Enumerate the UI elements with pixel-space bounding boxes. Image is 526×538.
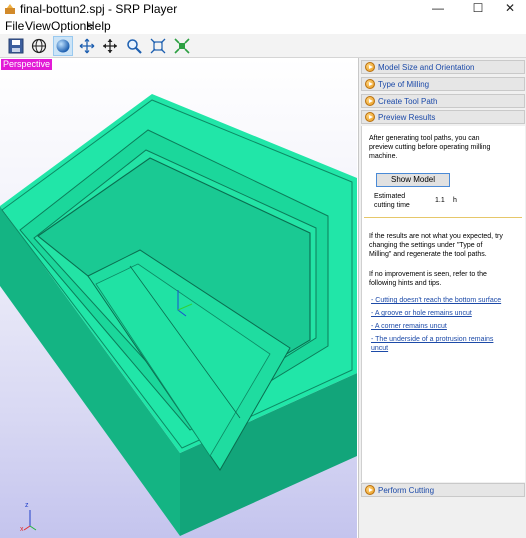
results-text-line-3: Milling" and regenerate the tool paths. [369,251,487,258]
arrow-bullet-icon [365,79,375,89]
window-title: final-bottun2.spj - SRP Player [20,2,178,16]
estimated-label-line-1: Estimated [374,193,406,200]
show-model-button[interactable]: Show Model [376,173,450,187]
model-viewport[interactable]: Perspective z x [0,58,357,538]
section-label: Perform Cutting [378,486,435,495]
globe-icon [31,38,47,54]
section-create-tool-path[interactable]: Create Tool Path [361,94,525,108]
section-model-size[interactable]: Model Size and Orientation [361,60,525,74]
center-view-button[interactable] [172,36,192,56]
view-label: Perspective [1,59,53,70]
axis-x-label: x [20,526,24,533]
zoom-button[interactable] [124,36,144,56]
section-label: Type of Milling [378,80,430,89]
preview-results-body: After generating tool paths, you can pre… [361,126,525,482]
sphere-icon [56,39,70,53]
maximize-button[interactable]: ☐ [461,0,495,18]
save-icon [8,38,24,54]
estimated-label-line-2: cutting time [374,202,410,209]
fit-view-button[interactable] [148,36,168,56]
move-arrows-icon [103,39,117,53]
section-label: Preview Results [378,113,436,122]
improve-text-line-2: following hints and tips. [369,280,442,287]
save-button[interactable] [6,36,26,56]
arrow-bullet-icon [365,112,375,122]
section-label: Model Size and Orientation [378,63,475,72]
section-preview-results[interactable]: Preview Results [361,110,525,124]
hint-link-corner[interactable]: - A corner remains uncut [371,322,447,331]
results-text-line-1: If the results are not what you expected… [369,233,503,240]
menu-view[interactable]: View [25,19,51,33]
center-view-icon [174,38,190,54]
wizard-panel: Model Size and Orientation Type of Milli… [358,58,526,538]
menu-help[interactable]: Help [86,19,111,33]
title-bar: final-bottun2.spj - SRP Player — ☐ ✕ [0,0,526,18]
arrow-bullet-icon [365,62,375,72]
close-button[interactable]: ✕ [493,0,526,18]
pan-button[interactable] [100,36,120,56]
intro-text-line-1: After generating tool paths, you can [369,135,480,142]
toolbar [0,34,526,58]
zoom-icon [127,39,142,54]
rotate-arrows-icon [79,38,95,54]
arrow-bullet-icon [365,96,375,106]
menu-file[interactable]: File [5,19,24,33]
rotate-button[interactable] [77,36,97,56]
menu-bar: File View Options Help [0,18,526,34]
intro-text-line-3: machine. [369,153,398,160]
srp-app-icon [5,4,15,14]
section-label: Create Tool Path [378,97,438,106]
fit-view-icon [150,38,166,54]
section-type-of-milling[interactable]: Type of Milling [361,77,525,91]
hint-link-protrusion-line-1[interactable]: - The underside of a protrusion remains [371,335,493,344]
improve-text-line-1: If no improvement is seen, refer to the [369,271,487,278]
cutting-time-unit: h [453,197,457,204]
axis-z-label: z [25,502,29,509]
minimize-button[interactable]: — [421,0,455,18]
hint-link-protrusion-line-2[interactable]: uncut [371,344,388,353]
cutting-time-value: 1.1 [435,197,445,204]
sphere-button[interactable] [53,36,73,56]
hint-link-groove-hole[interactable]: - A groove or hole remains uncut [371,309,472,318]
globe-button[interactable] [29,36,49,56]
hint-link-bottom-surface[interactable]: - Cutting doesn't reach the bottom surfa… [371,296,501,305]
section-divider [364,217,522,218]
results-text-line-2: changing the settings under "Type of [369,242,483,249]
arrow-bullet-icon [365,485,375,495]
section-perform-cutting[interactable]: Perform Cutting [361,483,525,497]
milled-model-3d[interactable] [0,58,357,538]
intro-text-line-2: preview cutting before operating milling [369,144,491,151]
